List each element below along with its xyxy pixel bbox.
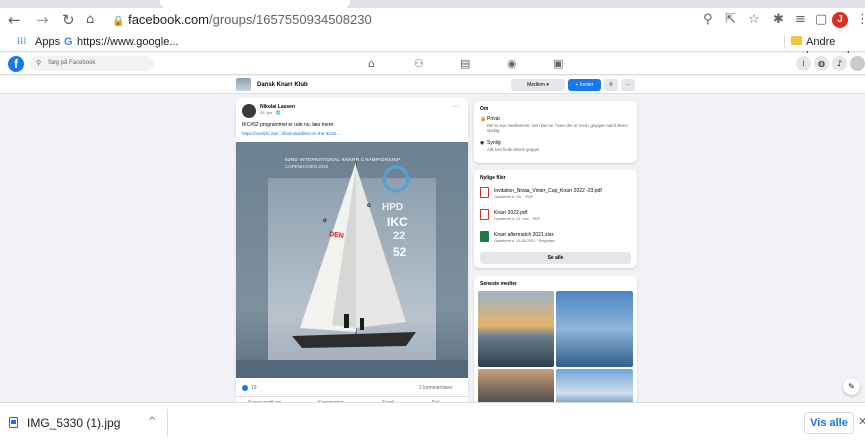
close-icon[interactable]: ✕ bbox=[858, 415, 865, 429]
new-message-icon[interactable]: ✎ bbox=[843, 378, 860, 395]
group-more-button[interactable]: ··· bbox=[621, 79, 635, 91]
home-icon[interactable]: ⌂ bbox=[86, 11, 94, 29]
messenger-icon[interactable]: ◍ bbox=[814, 56, 829, 71]
menu-icon[interactable]: ⋮ bbox=[856, 12, 865, 28]
back-icon[interactable]: ← bbox=[8, 11, 21, 29]
bookmark-star-icon[interactable]: ☆ bbox=[748, 12, 760, 28]
search-icon: ⚲ bbox=[36, 60, 42, 67]
image-file-icon bbox=[9, 417, 18, 428]
files-title: Nylige filer bbox=[480, 175, 506, 181]
file-name[interactable]: Knarr 2022.pdf bbox=[494, 210, 527, 216]
invite-button[interactable]: + Inviter bbox=[568, 79, 601, 91]
group-header-bar: Dansk Knarr Klub Medlem ▾ + Inviter ⚲ ··… bbox=[0, 76, 865, 94]
pdf-file-icon bbox=[480, 187, 489, 198]
see-all-files-button[interactable]: Se alle bbox=[480, 252, 631, 264]
reload-icon[interactable]: ↻ bbox=[62, 11, 75, 29]
lock-icon: 🔒 bbox=[112, 16, 125, 27]
about-card: Om 🔒 Privat Det er kun medlemmer, som ka… bbox=[474, 101, 637, 163]
extensions-icon[interactable]: ✱ bbox=[773, 12, 784, 28]
group-search-icon[interactable]: ⚲ bbox=[604, 79, 618, 91]
url-path: /groups/1657550934508230 bbox=[209, 12, 372, 27]
svg-text:o: o bbox=[323, 218, 327, 224]
media-photo[interactable] bbox=[478, 291, 554, 367]
group-thumbnail[interactable] bbox=[236, 78, 251, 91]
poster-side-text-4: 52 bbox=[393, 245, 407, 259]
sidepanel-icon[interactable]: ▢ bbox=[815, 12, 827, 28]
browser-toolbar: ← → ↻ ⌂ 🔒 facebook.com/groups/1657550934… bbox=[0, 8, 865, 32]
facebook-header: f ⚲ Søg på Facebook ⌂ ⚇ ▤ ◉ ▣ ⁞ ◍ ♪ bbox=[0, 53, 865, 75]
eye-icon: ◉ bbox=[480, 140, 485, 146]
post-text: IKC#52 programmet er ude nu, læs mere: bbox=[242, 122, 335, 128]
reaction-count: 19 bbox=[251, 385, 257, 391]
bookmarks-divider bbox=[784, 35, 785, 49]
bookmark-google[interactable]: https://www.google... bbox=[77, 35, 179, 49]
show-all-downloads-button[interactable]: Vis alle bbox=[804, 412, 854, 434]
comment-count[interactable]: 2 kommentarer bbox=[419, 384, 453, 392]
pdf-file-icon bbox=[480, 209, 489, 220]
download-bar: IMG_5330 (1).jpg ^ Vis alle ✕ bbox=[0, 402, 865, 441]
account-avatar[interactable] bbox=[850, 56, 865, 71]
url-host: facebook.com bbox=[128, 12, 210, 27]
gaming-nav-icon[interactable]: ▣ bbox=[553, 56, 563, 72]
notifications-icon[interactable]: ♪ bbox=[832, 56, 847, 71]
bookmarks-bar: ⁞⁞⁞ Apps G https://www.google... Andre b… bbox=[0, 32, 865, 62]
members-button[interactable]: Medlem ▾ bbox=[511, 79, 565, 91]
facebook-logo-icon[interactable]: f bbox=[8, 56, 24, 72]
like-icon bbox=[242, 384, 248, 391]
file-meta: Opdateret d. On. · PDF bbox=[494, 195, 534, 199]
media-title: Seneste medier bbox=[480, 281, 517, 287]
reaction-summary[interactable]: 19 bbox=[242, 384, 257, 392]
file-meta: Opdateret d. 11-08-2021 · Regneark bbox=[494, 239, 556, 243]
post-time[interactable]: 26. jan · 🌐 bbox=[260, 110, 281, 116]
group-name[interactable]: Dansk Knarr Klub bbox=[257, 80, 308, 90]
feed-post: Nikolai Lassen 26. jan · 🌐 ··· IKC#52 pr… bbox=[236, 98, 468, 408]
poster-side-text-2: IKC bbox=[387, 215, 408, 229]
menu-grid-icon[interactable]: ⁞ bbox=[796, 56, 811, 71]
members-label: Medlem bbox=[527, 82, 545, 88]
visibility-description: Alle kan finde denne gruppe. bbox=[487, 147, 541, 152]
friends-nav-icon[interactable]: ⚇ bbox=[414, 56, 424, 72]
privacy-title: Privat bbox=[487, 116, 500, 122]
recent-files-card: Nylige filer Invitation_Nivaa_Vinter_Cup… bbox=[474, 170, 637, 268]
post-image[interactable]: o o 52ND INTERNATIONAL KNARR CHAMPIONSHI… bbox=[236, 142, 468, 378]
poster-subtitle: COPENHAGEN 2022 bbox=[285, 164, 329, 169]
file-meta: Opdateret d. 24. nov. · PDF bbox=[494, 217, 541, 221]
download-filename[interactable]: IMG_5330 (1).jpg bbox=[27, 416, 120, 430]
search-placeholder: Søg på Facebook bbox=[48, 60, 96, 66]
download-divider bbox=[167, 409, 168, 436]
zoom-icon[interactable]: ⚲ bbox=[703, 12, 713, 28]
post-options-icon[interactable]: ··· bbox=[452, 103, 459, 111]
bookmark-apps[interactable]: Apps bbox=[35, 35, 60, 49]
lock-icon: 🔒 bbox=[480, 116, 487, 122]
active-tab[interactable] bbox=[160, 0, 350, 8]
facebook-search-input[interactable]: ⚲ Søg på Facebook bbox=[30, 56, 154, 71]
google-icon: G bbox=[64, 36, 73, 48]
file-name[interactable]: Knarr aftermatch 2021.xlsx bbox=[494, 232, 554, 238]
spreadsheet-file-icon bbox=[480, 231, 489, 242]
media-photo[interactable] bbox=[556, 291, 633, 367]
about-title: Om bbox=[480, 106, 489, 112]
poster-illustration: o o bbox=[236, 142, 468, 378]
apps-grid-icon: ⁞⁞⁞ bbox=[17, 36, 27, 47]
post-link[interactable]: https://mailchi.mp/.../final-deadline-on… bbox=[242, 130, 340, 137]
svg-text:o: o bbox=[367, 203, 371, 209]
share-icon[interactable]: ⇱ bbox=[725, 12, 736, 28]
chevron-up-icon[interactable]: ^ bbox=[148, 415, 156, 429]
folder-icon bbox=[791, 36, 802, 45]
privacy-description: Det er kun medlemmer, som kan se, hvem d… bbox=[487, 123, 628, 133]
poster-side-text-1: HPD bbox=[382, 202, 404, 213]
media-control-icon[interactable]: ≡ bbox=[795, 12, 806, 28]
author-avatar[interactable] bbox=[242, 104, 256, 118]
forward-icon[interactable]: → bbox=[36, 11, 49, 29]
tab-strip bbox=[0, 0, 865, 8]
home-nav-icon[interactable]: ⌂ bbox=[368, 56, 375, 72]
groups-nav-icon[interactable]: ◉ bbox=[507, 56, 517, 72]
profile-avatar[interactable]: J bbox=[832, 12, 848, 28]
visibility-title: Synlig bbox=[487, 140, 501, 146]
poster-side-text-3: 22 bbox=[393, 230, 406, 242]
file-name[interactable]: Invitation_Nivaa_Vinter_Cup_Knarr 2022 -… bbox=[494, 188, 602, 194]
marketplace-nav-icon[interactable]: ▤ bbox=[460, 56, 470, 72]
address-bar[interactable]: 🔒 facebook.com/groups/1657550934508230 bbox=[112, 11, 372, 31]
